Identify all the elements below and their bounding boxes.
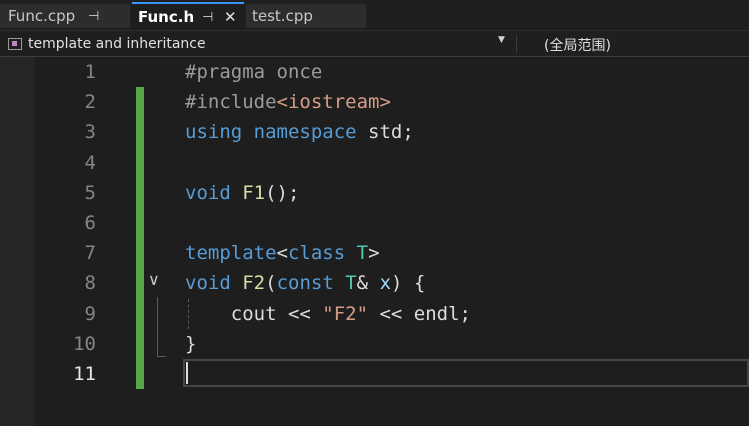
chevron-down-icon[interactable]: ▼ xyxy=(498,35,505,45)
line-number: 8 xyxy=(84,272,96,295)
code-token: x xyxy=(379,272,392,295)
tab-label: Func.cpp xyxy=(8,7,76,25)
code-token: << endl; xyxy=(368,302,471,325)
code-line[interactable]: #include<iostream> xyxy=(185,91,391,113)
line-number: 4 xyxy=(84,151,96,174)
tab-label: Func.h xyxy=(138,8,195,26)
code-token: ) { xyxy=(391,272,426,295)
tab-test-cpp[interactable]: test.cpp xyxy=(246,4,366,28)
code-token: T xyxy=(356,242,369,265)
code-token: F2 xyxy=(242,272,266,295)
code-line[interactable]: template<class T> xyxy=(185,242,380,264)
line-number: 10 xyxy=(73,332,96,355)
code-token: > xyxy=(368,242,380,265)
fold-guide-line xyxy=(157,297,158,357)
class-scope-icon xyxy=(8,38,22,50)
code-token: } xyxy=(185,332,197,355)
pin-icon[interactable]: ⊣ xyxy=(202,10,213,25)
code-line[interactable]: void F2(const T& x) { xyxy=(185,272,425,294)
code-line[interactable]: void F1(); xyxy=(185,182,299,204)
line-number: 11 xyxy=(73,363,96,385)
text-caret xyxy=(186,362,188,384)
code-token: (); xyxy=(265,181,300,204)
document-tab-strip: Func.cpp ⊣ Func.h ⊣ ✕ test.cpp xyxy=(0,0,749,30)
scope-label: template and inheritance xyxy=(28,36,206,52)
code-line[interactable]: cout << "F2" << endl; xyxy=(185,303,471,325)
line-number: 9 xyxy=(84,302,96,325)
code-token: F1 xyxy=(242,181,266,204)
code-token: cout << xyxy=(185,302,323,325)
code-line[interactable]: } xyxy=(185,333,196,355)
navigation-bar: template and inheritance ▼ (全局范围) xyxy=(0,30,749,57)
code-token: template xyxy=(185,242,277,265)
code-token: void xyxy=(185,272,231,295)
code-token: void xyxy=(185,181,231,204)
code-line[interactable]: using namespace std; xyxy=(185,121,414,143)
tab-func-cpp[interactable]: Func.cpp ⊣ xyxy=(0,4,130,28)
code-token: class xyxy=(287,242,346,265)
line-number: 7 xyxy=(84,242,96,265)
pin-icon[interactable]: ⊣ xyxy=(88,9,99,24)
tab-func-h[interactable]: Func.h ⊣ ✕ xyxy=(132,2,244,30)
close-icon[interactable]: ✕ xyxy=(224,8,237,26)
code-editor[interactable]: 1 2 3 4 5 6 7 8 9 10 11 ∨ #pragma once #include<ios… xyxy=(0,57,749,426)
code-token: <iostream> xyxy=(276,91,391,114)
code-token: < xyxy=(276,242,288,265)
line-number: 1 xyxy=(84,61,96,83)
code-token: std; xyxy=(356,121,414,144)
fold-guide-end xyxy=(157,356,166,357)
code-token: const xyxy=(276,272,334,295)
change-tracking-bar xyxy=(136,87,144,389)
code-token: using xyxy=(185,121,243,144)
line-number: 5 xyxy=(84,181,96,204)
code-token: ( xyxy=(265,272,277,295)
indicator-margin xyxy=(0,57,34,426)
line-number: 3 xyxy=(84,121,96,144)
code-token: "F2" xyxy=(322,302,369,325)
line-number: 6 xyxy=(84,212,96,234)
code-token: & xyxy=(356,272,380,295)
code-token: #pragma once xyxy=(185,61,323,83)
scope-dropdown[interactable]: template and inheritance xyxy=(4,33,514,55)
code-token: namespace xyxy=(253,121,357,144)
line-number: 2 xyxy=(84,91,96,114)
current-line-highlight xyxy=(183,359,749,387)
member-dropdown[interactable]: (全局范围) xyxy=(544,35,611,55)
tab-label: test.cpp xyxy=(252,7,313,25)
chevron-down-icon[interactable]: ∨ xyxy=(148,270,160,289)
code-line[interactable]: #pragma once xyxy=(185,61,322,83)
navbar-divider xyxy=(516,35,517,53)
code-token: T xyxy=(345,272,357,295)
code-token: #include xyxy=(185,91,277,114)
